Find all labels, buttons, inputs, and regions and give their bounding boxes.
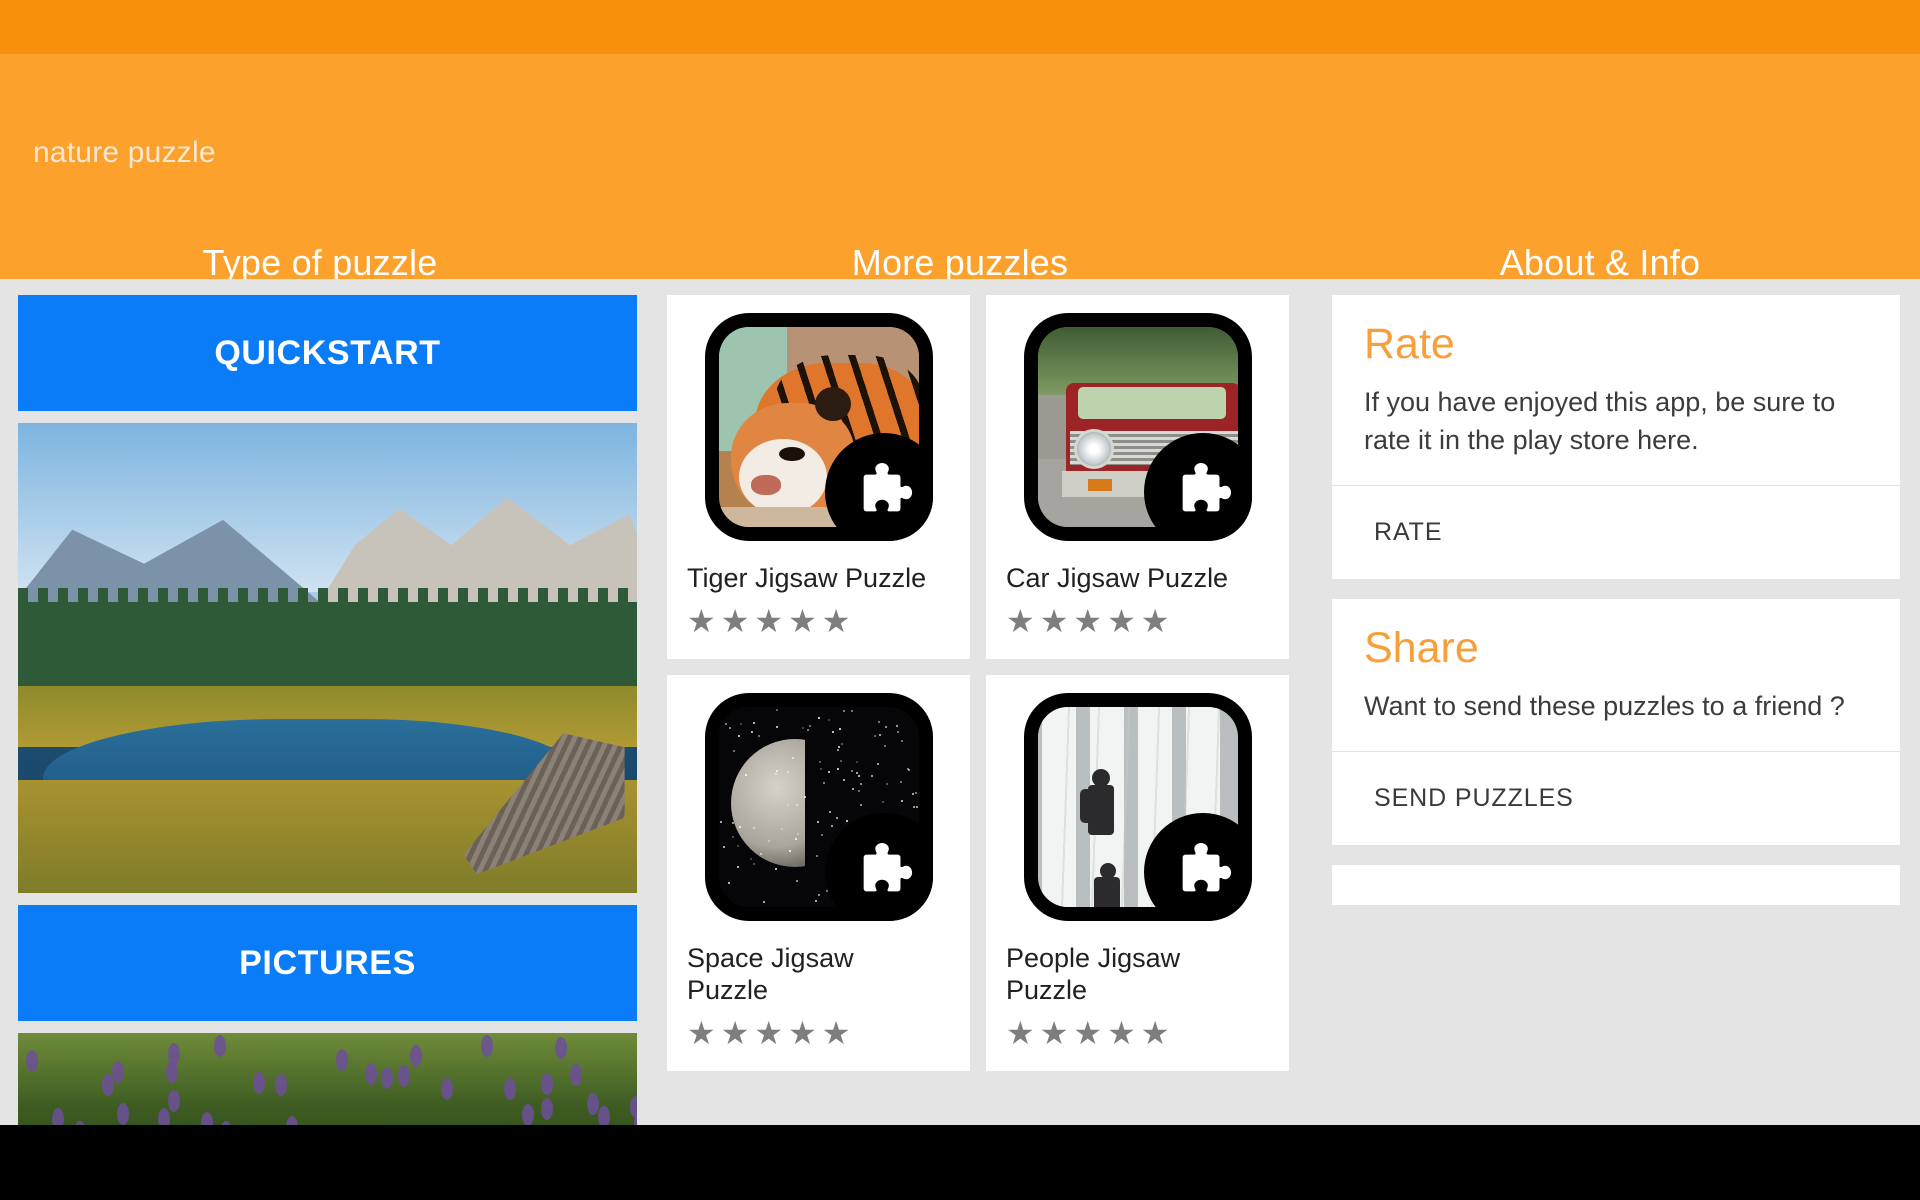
system-navigation-bar [0,1125,1920,1200]
share-card: Share Want to send these puzzles to a fr… [1332,599,1900,846]
type-of-puzzle-panel: QUICKSTART PICTURES [0,279,655,1125]
star-icon: ★ [1107,1017,1136,1049]
puzzle-card[interactable]: Space Jigsaw Puzzle ★ ★ ★ ★ ★ [667,675,970,1071]
puzzle-thumbnail [705,693,933,921]
tab-bar: Type of puzzle More puzzles About & Info [0,242,1920,284]
share-description: Want to send these puzzles to a friend ? [1364,688,1870,725]
pictures-button[interactable]: PICTURES [18,905,637,1021]
star-icon: ★ [687,605,716,637]
puzzle-card-title: People Jigsaw Puzzle [1006,943,1256,1007]
quickstart-button[interactable]: QUICKSTART [18,295,637,411]
app-window: nature puzzle Type of puzzle More puzzle… [0,0,1920,1200]
star-icon: ★ [1073,605,1102,637]
star-icon: ★ [1141,1017,1170,1049]
tab-more-puzzles[interactable]: More puzzles [640,242,1280,284]
about-info-panel: Rate If you have enjoyed this app, be su… [1320,279,1920,1125]
star-icon: ★ [822,1017,851,1049]
puzzle-card[interactable]: Tiger Jigsaw Puzzle ★ ★ ★ ★ ★ [667,295,970,659]
puzzle-card[interactable]: People Jigsaw Puzzle ★ ★ ★ ★ ★ [986,675,1289,1071]
content-area: QUICKSTART PICTURES Tiger Jigsaw Puzzle … [0,279,1920,1125]
star-icon: ★ [1040,605,1069,637]
pictures-preview-image[interactable] [18,1033,637,1125]
rating-stars: ★ ★ ★ ★ ★ [687,1017,850,1049]
puzzle-card[interactable]: Car Jigsaw Puzzle ★ ★ ★ ★ ★ [986,295,1289,659]
star-icon: ★ [822,605,851,637]
more-puzzles-panel: Tiger Jigsaw Puzzle ★ ★ ★ ★ ★ Car Jigsaw… [655,279,1320,1125]
rate-button[interactable]: RATE [1332,486,1900,579]
star-icon: ★ [1073,1017,1102,1049]
share-heading: Share [1364,625,1870,672]
puzzle-thumbnail [705,313,933,541]
rate-description: If you have enjoyed this app, be sure to… [1364,384,1870,459]
star-icon: ★ [687,1017,716,1049]
quickstart-preview-image[interactable] [18,423,637,893]
puzzle-card-title: Car Jigsaw Puzzle [1006,563,1228,595]
star-icon: ★ [1040,1017,1069,1049]
puzzle-thumbnail [1024,693,1252,921]
puzzle-card-title: Space Jigsaw Puzzle [687,943,937,1007]
star-icon: ★ [754,605,783,637]
tab-type-of-puzzle[interactable]: Type of puzzle [0,242,640,284]
rating-stars: ★ ★ ★ ★ ★ [1006,1017,1169,1049]
next-card-partial [1332,865,1900,905]
star-icon: ★ [1141,605,1170,637]
rating-stars: ★ ★ ★ ★ ★ [687,605,850,637]
star-icon: ★ [1107,605,1136,637]
rate-card: Rate If you have enjoyed this app, be su… [1332,295,1900,579]
star-icon: ★ [788,1017,817,1049]
status-bar [0,0,1920,54]
star-icon: ★ [1006,605,1035,637]
app-bar: nature puzzle Type of puzzle More puzzle… [0,54,1920,279]
send-puzzles-button[interactable]: SEND PUZZLES [1332,752,1900,845]
puzzle-card-title: Tiger Jigsaw Puzzle [687,563,926,595]
puzzle-card-grid: Tiger Jigsaw Puzzle ★ ★ ★ ★ ★ Car Jigsaw… [667,295,1308,1071]
star-icon: ★ [754,1017,783,1049]
star-icon: ★ [721,605,750,637]
tab-about-info[interactable]: About & Info [1280,242,1920,284]
star-icon: ★ [721,1017,750,1049]
star-icon: ★ [1006,1017,1035,1049]
star-icon: ★ [788,605,817,637]
puzzle-thumbnail [1024,313,1252,541]
app-title: nature puzzle [33,136,216,170]
rate-heading: Rate [1364,321,1870,368]
rating-stars: ★ ★ ★ ★ ★ [1006,605,1169,637]
